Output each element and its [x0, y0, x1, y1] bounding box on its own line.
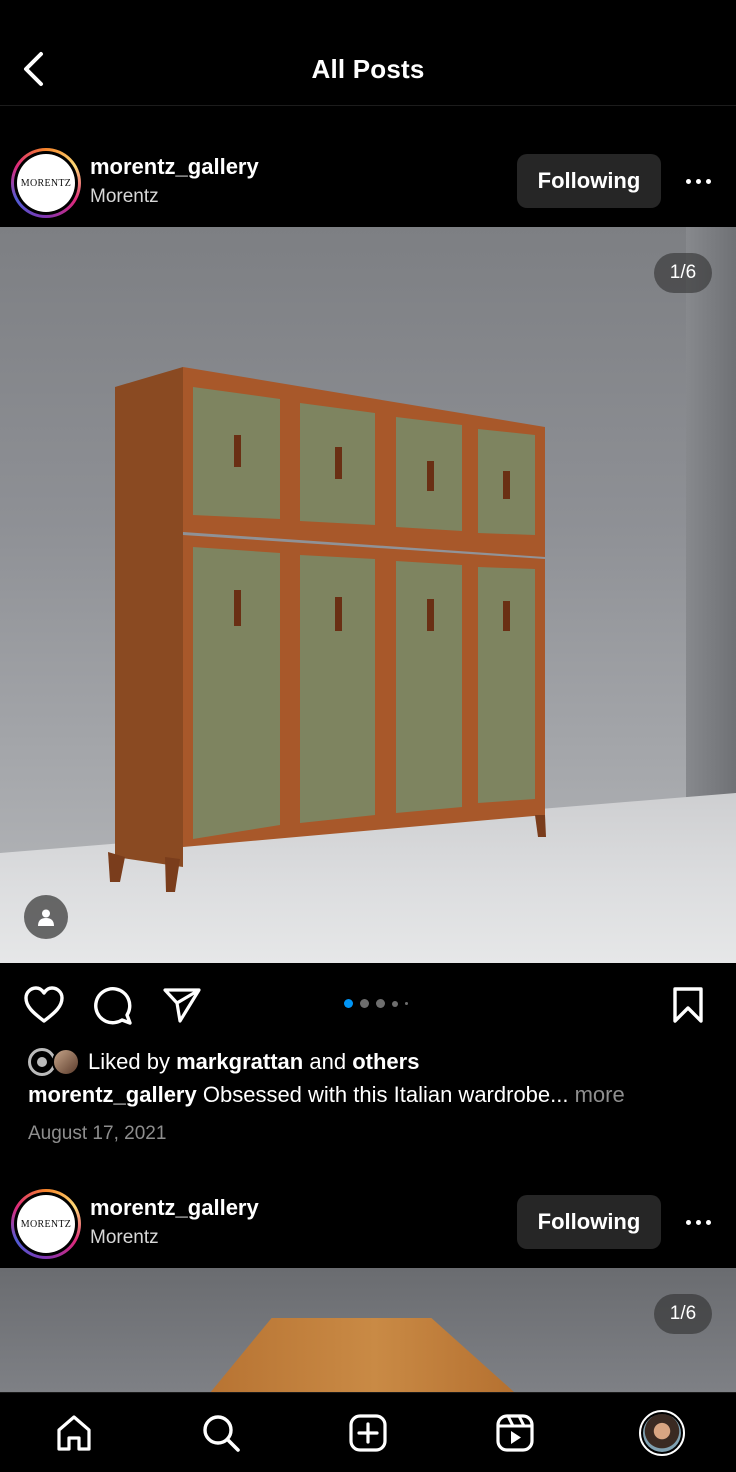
image-counter: 1/6	[654, 1294, 712, 1334]
subname: Morentz	[90, 1227, 159, 1248]
profile-avatar	[643, 1414, 681, 1452]
likes-summary[interactable]: Liked by markgrattan and others	[28, 1046, 419, 1078]
ellipsis-icon	[685, 178, 691, 184]
bookmark-icon	[673, 987, 703, 1023]
tab-profile[interactable]	[639, 1410, 685, 1456]
more-options-button[interactable]	[672, 1202, 724, 1242]
table-image	[140, 1318, 610, 1392]
post-actions	[0, 975, 736, 1035]
comment-icon	[94, 987, 132, 1025]
save-button[interactable]	[666, 983, 710, 1027]
ellipsis-icon	[685, 1219, 691, 1225]
caption-author[interactable]: morentz_gallery	[28, 1082, 197, 1107]
page-title: All Posts	[311, 54, 425, 84]
liker-avatar	[52, 1048, 80, 1076]
username[interactable]: morentz_gallery	[90, 154, 259, 180]
caption-more-link[interactable]: more	[575, 1082, 625, 1107]
post-caption: morentz_gallery Obsessed with this Itali…	[28, 1082, 625, 1108]
comment-button[interactable]	[91, 983, 135, 1027]
following-button[interactable]: Following	[517, 1195, 661, 1249]
carousel-dot-active	[344, 999, 353, 1008]
tab-reels[interactable]	[493, 1411, 537, 1455]
avatar-logo: MORENTZ	[17, 1195, 75, 1253]
search-icon	[203, 1415, 240, 1452]
bottom-tab-bar	[0, 1392, 736, 1472]
heart-icon	[24, 986, 64, 1023]
top-nav: All Posts	[0, 20, 736, 106]
likes-prefix: Liked by	[88, 1049, 170, 1074]
paper-plane-icon	[163, 988, 201, 1023]
post-date: August 17, 2021	[28, 1123, 167, 1144]
share-button[interactable]	[160, 983, 204, 1027]
image-counter: 1/6	[654, 253, 712, 293]
caption-text: Obsessed with this Italian wardrobe...	[202, 1082, 569, 1107]
avatar[interactable]: MORENTZ	[11, 148, 81, 218]
avatar[interactable]: MORENTZ	[11, 1189, 81, 1259]
more-options-button[interactable]	[672, 161, 724, 201]
likes-others[interactable]: others	[352, 1049, 419, 1075]
liker-avatars	[28, 1047, 84, 1077]
person-icon	[38, 909, 54, 926]
like-button[interactable]	[22, 983, 66, 1027]
post-image[interactable]: 1/6	[0, 1268, 736, 1392]
avatar-logo: MORENTZ	[17, 154, 75, 212]
carousel-dot	[376, 999, 385, 1008]
carousel-dot	[392, 1000, 398, 1007]
carousel-indicator	[344, 999, 408, 1008]
following-button[interactable]: Following	[517, 154, 661, 208]
carousel-dot	[405, 1002, 408, 1005]
wardrobe-image	[108, 367, 546, 892]
subname: Morentz	[90, 186, 159, 207]
reels-icon	[496, 1414, 534, 1452]
tagged-people-button[interactable]	[24, 895, 68, 939]
tab-search[interactable]	[199, 1411, 243, 1455]
create-icon	[349, 1414, 387, 1452]
tab-home[interactable]	[52, 1411, 96, 1455]
status-bar	[0, 0, 736, 20]
tab-create[interactable]	[346, 1411, 390, 1455]
liker-username[interactable]: markgrattan	[176, 1049, 303, 1075]
likes-joiner: and	[309, 1049, 347, 1074]
username[interactable]: morentz_gallery	[90, 1195, 259, 1221]
carousel-dot	[360, 999, 369, 1008]
home-icon	[57, 1415, 91, 1451]
post-image[interactable]: 1/6	[0, 227, 736, 963]
